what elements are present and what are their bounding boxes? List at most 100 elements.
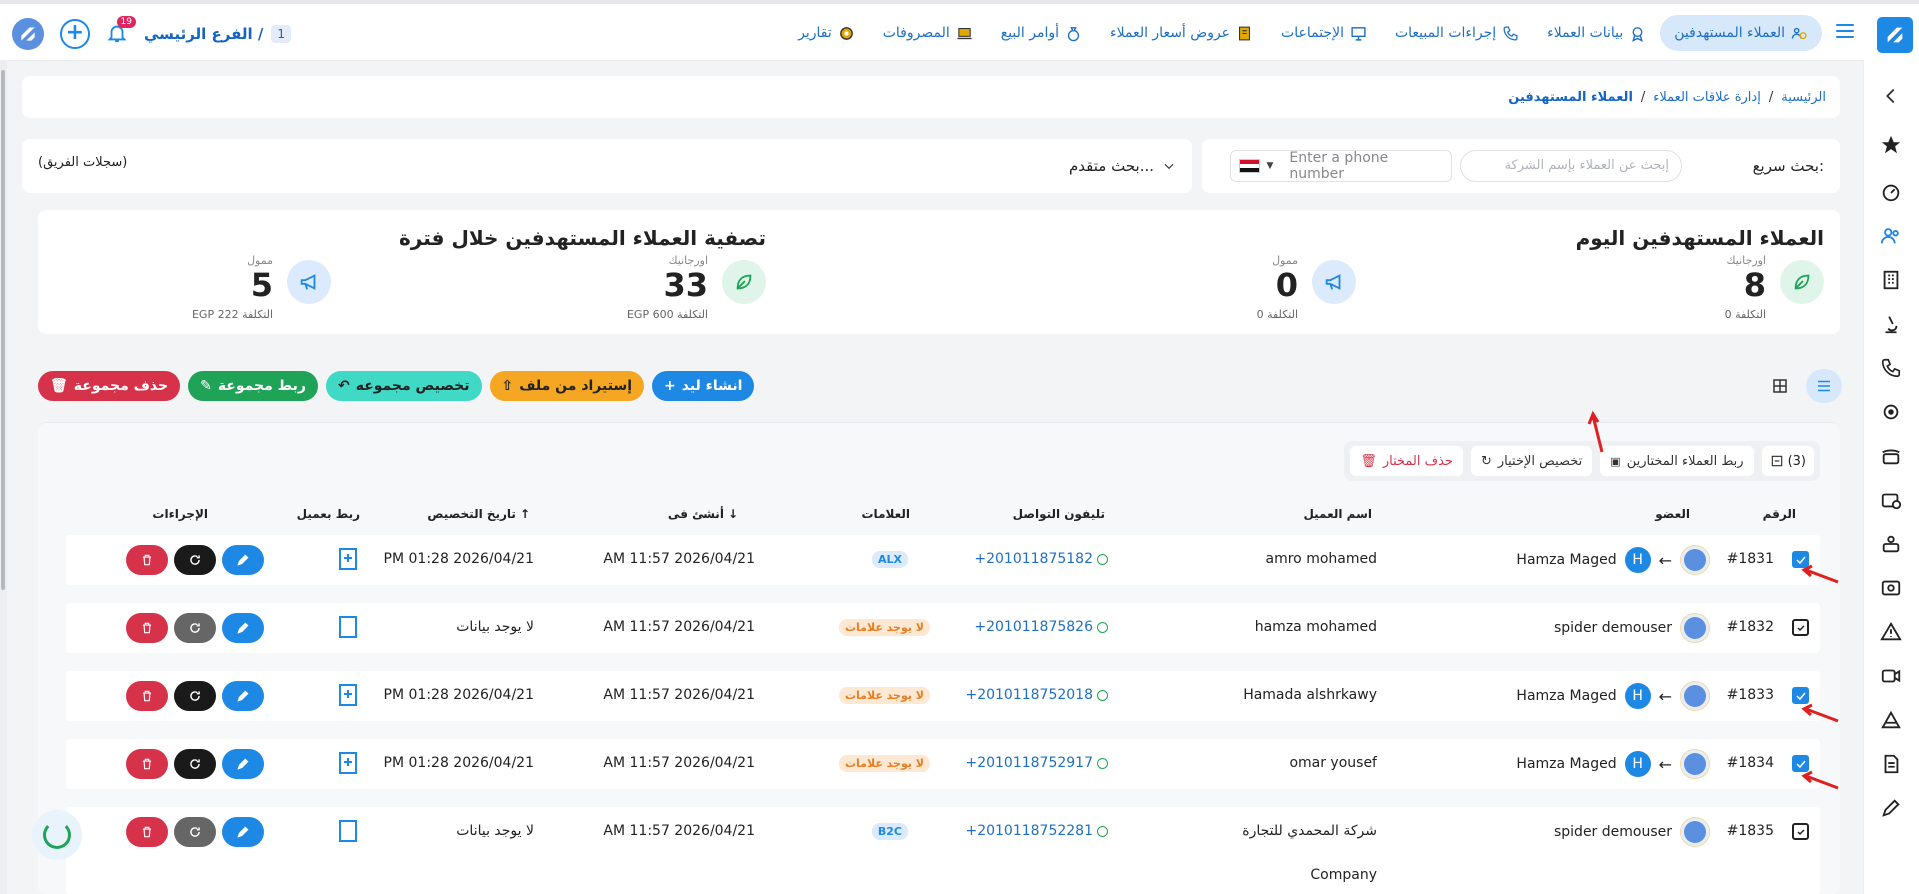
phone-icon[interactable] <box>1879 356 1903 380</box>
assign-group-button[interactable]: ↶ تخصيص مجموعه <box>325 371 482 401</box>
delete-row-button[interactable] <box>126 749 168 779</box>
phone-search-input[interactable]: ▼ Enter a phone number <box>1230 150 1452 182</box>
row-number[interactable]: #1834 <box>1727 755 1774 771</box>
advanced-search-toggle[interactable]: بحث متقدم... <box>1069 157 1176 175</box>
app-logo[interactable] <box>1877 17 1913 53</box>
whatsapp-icon[interactable] <box>1097 689 1108 701</box>
delete-row-button[interactable] <box>126 817 168 847</box>
nav-item-0[interactable]: العملاء المستهدفين <box>1660 15 1822 51</box>
nav-item-4[interactable]: عروض أسعار العملاء <box>1096 15 1267 51</box>
delete-selected-button[interactable]: 🗑 حذف المختار <box>1350 446 1463 476</box>
delete-row-button[interactable] <box>126 613 168 643</box>
notifications-bell[interactable]: 19 <box>106 16 136 46</box>
contact-phone[interactable]: +201011875182 <box>974 551 1108 567</box>
delete-row-button[interactable] <box>126 681 168 711</box>
contact-phone[interactable]: +2010118752018 <box>965 687 1108 703</box>
page-scrollbar[interactable] <box>0 60 7 894</box>
row-number[interactable]: #1831 <box>1727 551 1774 567</box>
breadcrumb-home[interactable]: الرئيسية <box>1781 90 1826 105</box>
row-number[interactable]: #1832 <box>1727 619 1774 635</box>
company-logo[interactable] <box>12 18 44 50</box>
client-name[interactable]: hamza mohamed <box>1255 619 1377 635</box>
nav-item-7[interactable]: تقارير <box>784 15 869 51</box>
menu-icon[interactable] <box>1836 24 1854 38</box>
building-icon[interactable] <box>1879 268 1903 292</box>
breadcrumb-section[interactable]: إدارة علاقات العملاء <box>1653 90 1761 105</box>
header-link[interactable]: ربط بعميل <box>297 507 360 521</box>
edit-row-button[interactable] <box>222 545 264 575</box>
delete-group-button[interactable]: 🗑 حذف مجموعة <box>38 371 181 401</box>
header-client[interactable]: اسم العميل <box>1303 507 1372 521</box>
nav-item-1[interactable]: بيانات العملاء <box>1533 15 1660 51</box>
reassign-row-button[interactable] <box>174 613 216 643</box>
edit-row-button[interactable] <box>222 681 264 711</box>
row-checkbox[interactable] <box>1792 687 1809 704</box>
microscope-icon[interactable] <box>1879 312 1903 336</box>
pen-icon[interactable] <box>1879 796 1903 820</box>
link-client-icon[interactable] <box>338 819 358 843</box>
contact-phone[interactable]: +2010118752281 <box>965 823 1108 839</box>
table-row[interactable]: Company <box>66 855 1820 894</box>
collapse-chevron-icon[interactable] <box>1879 84 1903 108</box>
header-num[interactable]: الرقم <box>1763 507 1796 521</box>
row-number[interactable]: #1833 <box>1727 687 1774 703</box>
reassign-row-button[interactable] <box>174 817 216 847</box>
table-row[interactable]: #1834 ← H Hamza Maged omar yousef +201011… <box>66 739 1820 789</box>
nav-item-3[interactable]: الإجتماعات <box>1267 15 1381 51</box>
telephone-icon[interactable] <box>1879 444 1903 468</box>
client-name[interactable]: amro mohamed <box>1266 551 1377 567</box>
id-card-icon[interactable] <box>1879 576 1903 600</box>
users-icon[interactable] <box>1879 224 1903 248</box>
header-member[interactable]: العضو <box>1655 507 1690 521</box>
video-icon[interactable] <box>1879 664 1903 688</box>
team-logs-link[interactable]: (سجلات الفريق) <box>38 155 127 170</box>
add-button[interactable]: + <box>60 19 90 49</box>
link-client-icon[interactable] <box>338 615 358 639</box>
grid-view-icon[interactable] <box>1762 369 1798 403</box>
row-checkbox[interactable] <box>1792 823 1809 840</box>
chevron-down-icon[interactable]: ▼ <box>1266 161 1273 171</box>
nav-item-5[interactable]: أوامر البيع <box>987 15 1096 51</box>
whatsapp-icon[interactable] <box>1097 825 1108 837</box>
link-client-icon[interactable] <box>338 751 358 775</box>
header-tags[interactable]: العلامات <box>862 507 911 521</box>
edit-row-button[interactable] <box>222 613 264 643</box>
table-row[interactable]: #1833 ← H Hamza Maged Hamada alshrkawy +2… <box>66 671 1820 721</box>
company-search-input[interactable]: إبحث عن العملاء بإسم الشركة <box>1460 150 1682 182</box>
whatsapp-icon[interactable] <box>1097 621 1108 633</box>
link-client-icon[interactable] <box>338 547 358 571</box>
nav-item-2[interactable]: إجراءات المبيعات <box>1381 15 1533 51</box>
table-row[interactable]: #1832 spider demouser hamza mohamed +201… <box>66 603 1820 653</box>
link-group-button[interactable]: ✎ ربط مجموعة <box>188 371 318 401</box>
branch-selector[interactable]: الفرع الرئيسي / 1 <box>144 25 292 43</box>
row-number[interactable]: #1835 <box>1727 823 1774 839</box>
warning-icon[interactable] <box>1879 620 1903 644</box>
import-file-button[interactable]: ⇧ إستيراد من ملف <box>489 371 645 401</box>
invoice-icon[interactable] <box>1879 752 1903 776</box>
whatsapp-icon[interactable] <box>1097 757 1108 769</box>
client-name[interactable]: Hamada alshrkawy <box>1243 687 1377 703</box>
table-row[interactable]: #1831 ← H Hamza Maged amro mohamed +20101… <box>66 535 1820 585</box>
reassign-row-button[interactable] <box>174 681 216 711</box>
star-icon[interactable] <box>1879 133 1903 157</box>
row-checkbox[interactable] <box>1792 619 1809 636</box>
edit-row-button[interactable] <box>222 817 264 847</box>
nav-item-6[interactable]: المصروفات <box>869 15 987 51</box>
header-assigned[interactable]: تاريخ التخصيص ↑ <box>427 507 530 521</box>
whatsapp-icon[interactable] <box>1097 553 1108 565</box>
contact-phone[interactable]: +201011875826 <box>974 619 1108 635</box>
egypt-flag-icon[interactable] <box>1239 159 1261 173</box>
table-row[interactable]: #1835 spider demouser شركة المحمدي للتجا… <box>66 807 1820 857</box>
reassign-row-button[interactable] <box>174 545 216 575</box>
client-name[interactable]: omar yousef <box>1289 755 1377 771</box>
header-created[interactable]: أنشئ فى ↓ <box>668 507 738 521</box>
wallet-clock-icon[interactable] <box>1879 488 1903 512</box>
edit-row-button[interactable] <box>222 749 264 779</box>
link-client-icon[interactable] <box>338 683 358 707</box>
create-lead-button[interactable]: + انشاء ليد <box>652 371 755 401</box>
assign-selected-button[interactable]: ↻ تخصيص الإختيار <box>1470 446 1593 476</box>
delete-row-button[interactable] <box>126 545 168 575</box>
list-view-icon[interactable] <box>1806 369 1842 403</box>
triangle-chart-icon[interactable] <box>1879 708 1903 732</box>
contact-phone[interactable]: +2010118752917 <box>965 755 1108 771</box>
